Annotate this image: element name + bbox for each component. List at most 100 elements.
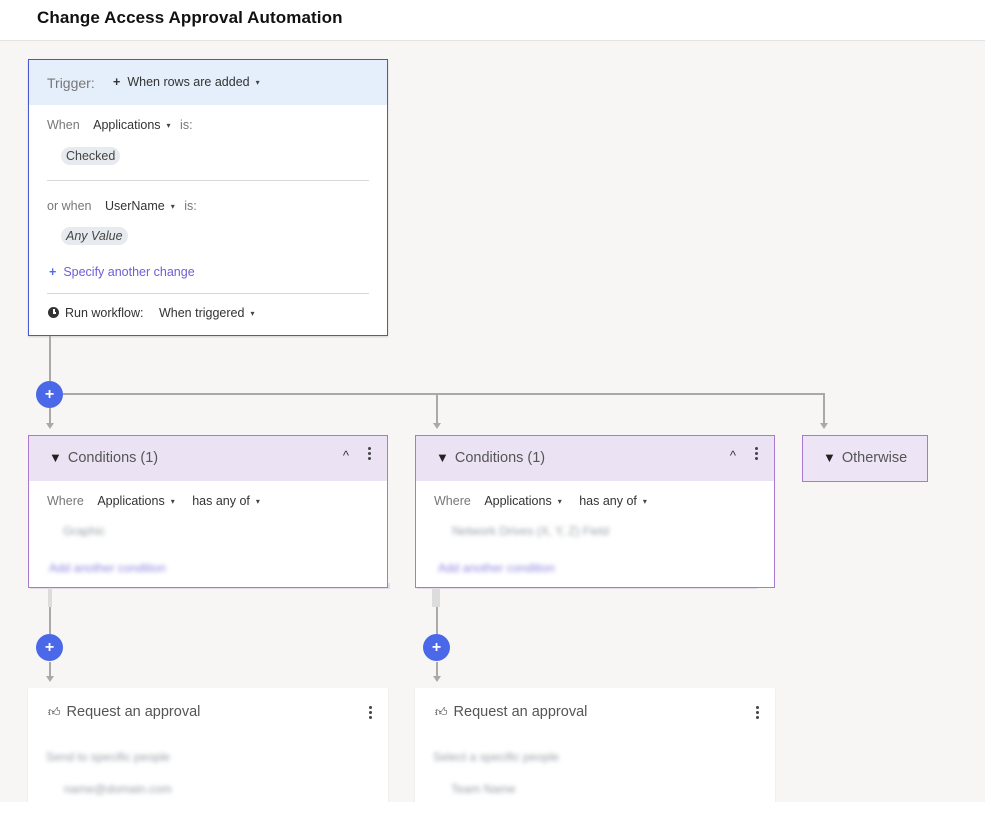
- link-label: Specify another change: [63, 265, 195, 279]
- condition-operator: is:: [180, 118, 193, 132]
- run-workflow-dropdown[interactable]: When triggered ▾: [159, 306, 254, 320]
- connector-line: [49, 336, 51, 381]
- conditions-card-2: ▼ Conditions (1) ^ Where Applications ▾ ha…: [415, 435, 775, 588]
- condition-operator: is:: [184, 199, 197, 213]
- chevron-up-icon[interactable]: ^: [730, 448, 736, 463]
- approver-value-blurred: Team Name: [451, 782, 516, 796]
- conditions-header: ▼ Conditions (1) ^: [29, 436, 387, 481]
- filter-icon: ▼: [823, 450, 836, 465]
- page-footer-area: [0, 802, 985, 826]
- column-dropdown[interactable]: Applications ▾: [97, 494, 174, 508]
- conditions-card-1: ▼ Conditions (1) ^ Where Applications ▾ ha…: [28, 435, 388, 588]
- value-chip[interactable]: Checked: [61, 147, 121, 165]
- run-workflow-row: Run workflow: When triggered ▾: [48, 306, 254, 320]
- run-workflow-label: Run workflow:: [65, 306, 144, 320]
- caret-down-icon: ▾: [255, 78, 260, 88]
- run-workflow-value: When triggered: [158, 306, 245, 320]
- thumbs-up-icon: 👍︎: [435, 705, 448, 719]
- operator-value: has any of: [579, 494, 637, 508]
- request-approval-card-1: 👍︎ Request an approval Send to specific p…: [28, 688, 388, 802]
- arrow-down-icon: [820, 423, 828, 429]
- caret-down-icon: ▾: [250, 309, 255, 319]
- condition-prefix: When: [47, 118, 80, 132]
- filter-icon: ▼: [49, 450, 62, 465]
- more-options-icon[interactable]: [366, 706, 374, 721]
- condition-value-blurred: Graphic: [63, 524, 106, 538]
- where-label: Where: [434, 494, 471, 508]
- caret-down-icon: ▾: [170, 202, 175, 212]
- value-chip[interactable]: Any Value: [61, 227, 128, 245]
- connector-line: [823, 393, 825, 424]
- trigger-card: Trigger: + When rows are added ▾ When Appl…: [28, 59, 388, 336]
- specify-another-change-link[interactable]: + Specify another change: [49, 265, 195, 279]
- approval-title[interactable]: 👍︎ Request an approval: [48, 704, 200, 720]
- more-options-icon[interactable]: [753, 706, 761, 721]
- add-step-button[interactable]: +: [36, 634, 63, 661]
- plus-icon: +: [113, 75, 121, 89]
- column-value: Applications: [484, 494, 552, 508]
- otherwise-branch[interactable]: ▼ Otherwise: [802, 435, 928, 482]
- trigger-label: Trigger:: [47, 75, 95, 91]
- conditions-header: ▼ Conditions (1) ^: [416, 436, 774, 481]
- workflow-canvas: Trigger: + When rows are added ▾ When Appl…: [0, 41, 985, 802]
- more-options-icon[interactable]: [365, 447, 373, 462]
- connector-line: [49, 662, 51, 677]
- approval-title[interactable]: 👍︎ Request an approval: [435, 704, 587, 720]
- connector-line: [436, 662, 438, 677]
- request-approval-card-2: 👍︎ Request an approval Select a specific …: [415, 688, 775, 802]
- more-options-icon[interactable]: [752, 447, 760, 462]
- approval-title-text: Request an approval: [453, 704, 588, 720]
- trigger-condition-1: When Applications ▾ is:: [47, 118, 193, 132]
- approval-title-text: Request an approval: [66, 704, 201, 720]
- column-value: Applications: [97, 494, 165, 508]
- connector-line: [49, 408, 51, 424]
- approver-value-blurred: name@domain.com: [64, 782, 172, 796]
- caret-down-icon: ▾: [166, 121, 171, 131]
- arrow-down-icon: [46, 676, 54, 682]
- conditions-title[interactable]: ▼ Conditions (1): [436, 450, 545, 466]
- operator-value: has any of: [192, 494, 250, 508]
- column-dropdown[interactable]: Applications ▾: [484, 494, 561, 508]
- caret-down-icon: ▾: [170, 497, 175, 507]
- condition-prefix: or when: [47, 199, 92, 213]
- add-step-button[interactable]: +: [423, 634, 450, 661]
- add-condition-link-blurred[interactable]: Add another condition: [49, 561, 166, 575]
- connector-stub: [48, 589, 52, 607]
- column-value: UserName: [104, 199, 165, 213]
- page-header: Change Access Approval Automation: [0, 0, 985, 41]
- column-value: Applications: [93, 118, 161, 132]
- trigger-condition-2: or when UserName ▾ is:: [47, 199, 197, 213]
- plus-icon: +: [49, 265, 57, 279]
- connector-line: [436, 393, 438, 424]
- arrow-down-icon: [433, 676, 441, 682]
- column-dropdown[interactable]: Applications ▾: [93, 118, 170, 132]
- conditions-title[interactable]: ▼ Conditions (1): [49, 450, 158, 466]
- add-step-button[interactable]: +: [36, 381, 63, 408]
- operator-dropdown[interactable]: has any of ▾: [579, 494, 647, 508]
- column-dropdown[interactable]: UserName ▾: [105, 199, 175, 213]
- add-condition-link-blurred[interactable]: Add another condition: [438, 561, 555, 575]
- trigger-type-dropdown[interactable]: + When rows are added ▾: [113, 75, 260, 89]
- otherwise-label: Otherwise: [841, 450, 908, 466]
- arrow-down-icon: [433, 423, 441, 429]
- approver-type-blurred: Send to specific people: [46, 750, 171, 764]
- thumbs-up-icon: 👍︎: [48, 705, 61, 719]
- condition-value-blurred: Network Drives (X, Y, Z) Field: [452, 524, 609, 538]
- connector-line: [49, 607, 51, 634]
- trigger-type-value: When rows are added: [127, 75, 250, 89]
- divider: [47, 180, 369, 181]
- divider: [47, 293, 369, 294]
- caret-down-icon: ▾: [642, 497, 647, 507]
- approver-type-blurred: Select a specific people: [433, 750, 560, 764]
- arrow-down-icon: [46, 423, 54, 429]
- operator-dropdown[interactable]: has any of ▾: [192, 494, 260, 508]
- filter-icon: ▼: [436, 450, 449, 465]
- chevron-up-icon[interactable]: ^: [343, 448, 349, 463]
- conditions-title-text: Conditions (1): [67, 450, 159, 466]
- where-row: Where Applications ▾ has any of ▾: [434, 494, 647, 508]
- trigger-header: Trigger: + When rows are added ▾: [29, 60, 387, 105]
- connector-line: [63, 393, 825, 395]
- conditions-title-text: Conditions (1): [454, 450, 546, 466]
- clock-icon: [48, 307, 59, 318]
- where-row: Where Applications ▾ has any of ▾: [47, 494, 260, 508]
